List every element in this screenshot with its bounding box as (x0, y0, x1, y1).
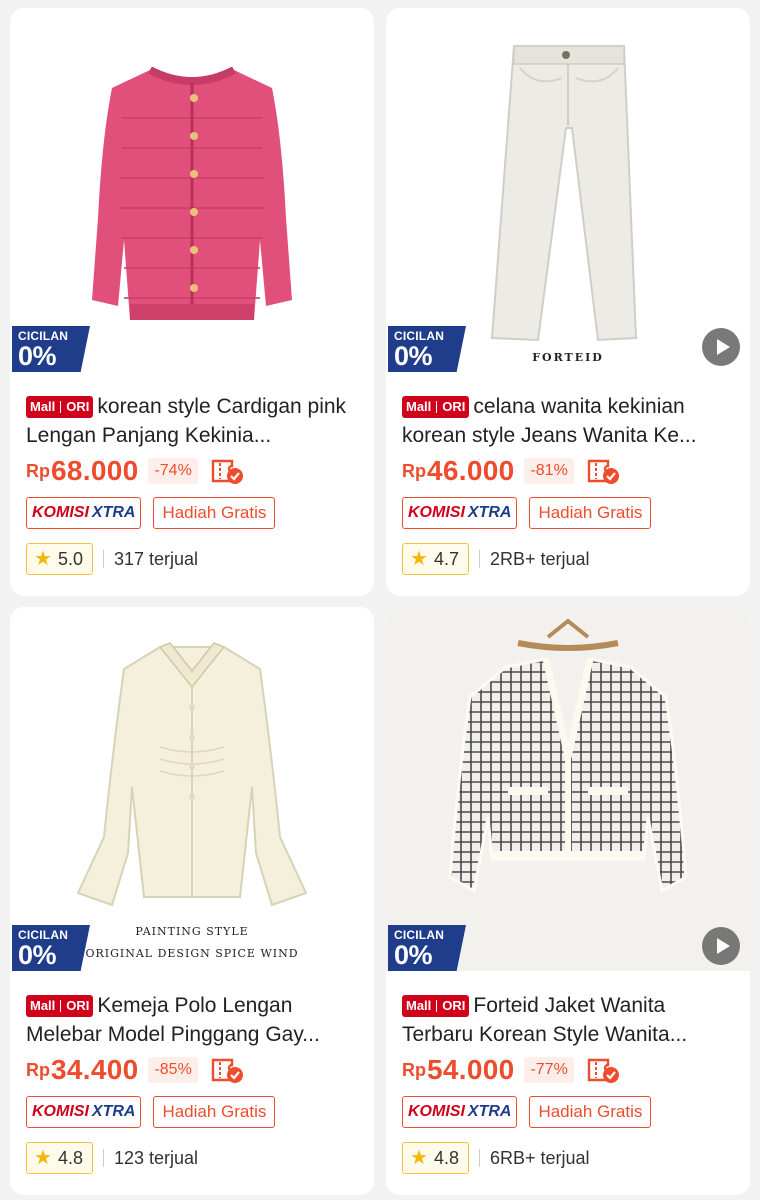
cicilan-percent: 0% (18, 341, 57, 371)
price: 34.400 (51, 1054, 139, 1085)
pink-cardigan-icon (92, 66, 292, 320)
discount-badge: -85% (148, 1057, 198, 1083)
product-image[interactable]: FORTEID CICILAN 0% (386, 8, 750, 372)
rating-badge: ★ 4.8 (26, 1142, 93, 1174)
sold-count: 317 terjual (113, 548, 199, 569)
product-title[interactable]: Mall ORI celana wanita kekinian korean sty… (402, 392, 740, 450)
product-grid: CICILAN 0% Mall ORI korean style Cardigan … (0, 0, 760, 1200)
komisi-xtra-tag: KOMISI XTRA (26, 497, 142, 529)
currency: Rp (402, 460, 426, 481)
sold-count: 123 terjual (113, 1147, 199, 1168)
mall-ori-badge: Mall ORI (26, 395, 94, 418)
rating-badge: ★ 4.8 (402, 1142, 469, 1174)
white-jeans-icon (490, 45, 638, 342)
rating-value: 4.8 (433, 1147, 459, 1168)
cicilan-badge: CICILAN 0% (388, 925, 466, 971)
rating-value: 5.0 (57, 548, 83, 569)
price-row: Rp 54.000 -77% (402, 1053, 620, 1087)
discount-badge: -81% (524, 458, 574, 484)
mall-label: Mall (30, 399, 56, 414)
video-play-icon[interactable] (702, 927, 740, 965)
product-image[interactable]: CICILAN 0% (10, 8, 374, 372)
mall-label: Mall (30, 998, 56, 1013)
rating-row: ★ 4.8 123 terjual (26, 1142, 198, 1174)
voucher-check-icon (587, 1058, 619, 1083)
komisi-xtra-tag: KOMISI XTRA (402, 497, 518, 529)
ori-label: ORI (66, 998, 90, 1013)
hadiah-gratis-tag: Hadiah Gratis (529, 1096, 652, 1128)
rating-value: 4.7 (433, 548, 459, 569)
currency: Rp (26, 1059, 50, 1080)
star-icon: ★ (410, 548, 428, 570)
product-card[interactable]: CICILAN 0% Mall ORI Forteid Jaket Wanita T… (386, 607, 750, 1195)
tag-row: KOMISI XTRA Hadiah Gratis (402, 1096, 652, 1128)
product-image[interactable]: PAINTING STYLE ORIGINAL DESIGN SPICE WIN… (10, 607, 374, 971)
price-row: Rp 68.000 -74% (26, 454, 244, 488)
star-icon: ★ (34, 1147, 52, 1169)
product-card[interactable]: CICILAN 0% Mall ORI korean style Cardigan … (10, 8, 374, 596)
rating-value: 4.8 (57, 1147, 83, 1168)
rating-row: ★ 4.8 6RB+ terjual (402, 1142, 590, 1174)
cicilan-percent: 0% (394, 940, 433, 970)
product-image[interactable]: CICILAN 0% (386, 607, 750, 971)
komisi-xtra-tag: KOMISI XTRA (26, 1096, 142, 1128)
tag-row: KOMISI XTRA Hadiah Gratis (26, 497, 276, 529)
rating-badge: ★ 5.0 (26, 543, 93, 575)
ori-label: ORI (66, 399, 90, 414)
currency: Rp (26, 460, 50, 481)
sold-count: 2RB+ terjual (489, 548, 590, 569)
mall-ori-badge: Mall ORI (402, 994, 470, 1017)
video-play-icon[interactable] (702, 328, 740, 366)
tweed-jacket-icon (448, 618, 688, 894)
cream-blouse-icon (76, 642, 308, 907)
cicilan-badge: CICILAN 0% (12, 925, 90, 971)
rating-badge: ★ 4.7 (402, 543, 469, 575)
sold-count: 6RB+ terjual (489, 1147, 590, 1168)
star-icon: ★ (410, 1147, 428, 1169)
price-row: Rp 46.000 -81% (402, 454, 620, 488)
product-card[interactable]: PAINTING STYLE ORIGINAL DESIGN SPICE WIN… (10, 607, 374, 1195)
hadiah-gratis-tag: Hadiah Gratis (153, 497, 276, 529)
product-card[interactable]: FORTEID CICILAN 0% Mall ORI celana wanita … (386, 8, 750, 596)
tag-row: KOMISI XTRA Hadiah Gratis (26, 1096, 276, 1128)
discount-badge: -74% (148, 458, 198, 484)
price: 68.000 (51, 455, 139, 486)
discount-badge: -77% (524, 1057, 574, 1083)
price: 46.000 (427, 455, 515, 486)
komisi-xtra-tag: KOMISI XTRA (402, 1096, 518, 1128)
product-title[interactable]: Mall ORI Kemeja Polo Lengan Melebar Model … (26, 991, 364, 1049)
cicilan-badge: CICILAN 0% (12, 326, 90, 372)
star-icon: ★ (34, 548, 52, 570)
cicilan-badge: CICILAN 0% (388, 326, 466, 372)
mall-ori-badge: Mall ORI (26, 994, 94, 1017)
voucher-check-icon (587, 459, 619, 484)
tag-row: KOMISI XTRA Hadiah Gratis (402, 497, 652, 529)
rating-row: ★ 4.7 2RB+ terjual (402, 543, 590, 575)
cicilan-percent: 0% (394, 341, 433, 371)
product-title[interactable]: Mall ORI korean style Cardigan pink Lengan… (26, 392, 364, 450)
hadiah-gratis-tag: Hadiah Gratis (153, 1096, 276, 1128)
cicilan-percent: 0% (18, 940, 57, 970)
currency: Rp (402, 1059, 426, 1080)
price: 54.000 (427, 1054, 515, 1085)
voucher-check-icon (211, 1058, 243, 1083)
product-title[interactable]: Mall ORI Forteid Jaket Wanita Terbaru Kore… (402, 991, 740, 1049)
price-row: Rp 34.400 -85% (26, 1053, 244, 1087)
mall-label: Mall (406, 998, 432, 1013)
voucher-check-icon (211, 459, 243, 484)
ori-label: ORI (442, 399, 466, 414)
hadiah-gratis-tag: Hadiah Gratis (529, 497, 652, 529)
rating-row: ★ 5.0 317 terjual (26, 543, 198, 575)
mall-label: Mall (406, 399, 432, 414)
mall-ori-badge: Mall ORI (402, 395, 470, 418)
ori-label: ORI (442, 998, 466, 1013)
